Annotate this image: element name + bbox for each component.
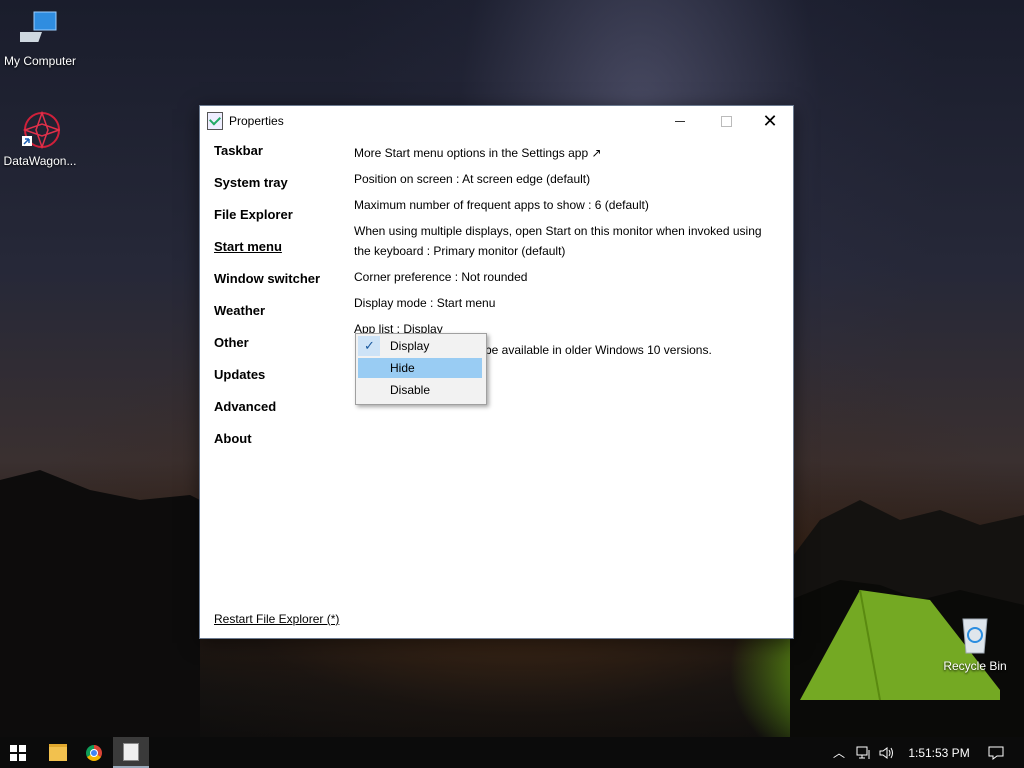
desktop-icon-my-computer[interactable]: My Computer (0, 10, 80, 68)
title-bar[interactable]: Properties ✕ (200, 106, 793, 136)
properties-window: Properties ✕ Taskbar System tray File Ex… (199, 105, 794, 639)
volume-button[interactable] (878, 737, 896, 768)
nav-item-window-switcher[interactable]: Window switcher (214, 271, 344, 303)
maximize-button[interactable] (703, 106, 749, 136)
taskbar: ︿ 1:51:53 PM (0, 737, 1024, 768)
taskbar-file-explorer[interactable] (46, 737, 70, 768)
minimize-button[interactable] (657, 106, 703, 136)
setting-position-on-screen[interactable]: Position on screen : At screen edge (def… (354, 166, 774, 192)
close-icon: ✕ (762, 111, 778, 131)
recycle-bin-icon (955, 615, 995, 655)
network-icon (856, 746, 870, 759)
menu-item-label: Disable (390, 383, 431, 397)
nav-item-weather[interactable]: Weather (214, 303, 344, 335)
nav-item-updates[interactable]: Updates (214, 367, 344, 399)
maximize-icon (720, 115, 732, 127)
network-button[interactable] (855, 737, 873, 768)
nav-item-taskbar[interactable]: Taskbar (214, 143, 344, 175)
nav-item-file-explorer[interactable]: File Explorer (214, 207, 344, 239)
show-hidden-icons-button[interactable]: ︿ (831, 737, 847, 768)
computer-icon (12, 10, 60, 50)
nav-item-other[interactable]: Other (214, 335, 344, 367)
clock[interactable]: 1:51:53 PM (908, 737, 970, 768)
menu-item-display[interactable]: ✓ Display (358, 336, 482, 356)
start-button[interactable] (0, 737, 36, 768)
minimize-icon (675, 120, 685, 122)
menu-item-hide[interactable]: Hide (358, 358, 482, 378)
datawagon-icon (20, 110, 62, 150)
menu-item-label: Hide (390, 361, 415, 375)
setting-display-mode[interactable]: Display mode : Start menu (354, 290, 774, 316)
nav-item-start-menu[interactable]: Start menu (214, 239, 344, 271)
taskbar-chrome[interactable] (82, 737, 106, 768)
setting-multiple-displays[interactable]: When using multiple displays, open Start… (354, 218, 774, 264)
desktop-icon-label: My Computer (3, 54, 77, 68)
nav-item-advanced[interactable]: Advanced (214, 399, 344, 431)
setting-settings-app-link[interactable]: More Start menu options in the Settings … (354, 140, 774, 166)
window-title: Properties (229, 114, 284, 128)
settings-list: More Start menu options in the Settings … (354, 140, 774, 342)
app-list-dropdown-menu: ✓ Display Hide Disable (355, 333, 487, 405)
speaker-icon (879, 746, 893, 759)
desktop-icon-recycle-bin[interactable]: Recycle Bin (935, 615, 1015, 673)
app-icon (207, 112, 223, 130)
setting-max-frequent-apps[interactable]: Maximum number of frequent apps to show … (354, 192, 774, 218)
taskbar-properties-app[interactable] (113, 737, 149, 768)
chevron-up-icon: ︿ (832, 746, 845, 760)
desktop-icon-datawagon[interactable]: DataWagon... (0, 110, 80, 168)
action-center-button[interactable] (984, 737, 1008, 768)
folder-icon (49, 744, 67, 761)
close-button[interactable]: ✕ (747, 106, 793, 136)
restart-file-explorer-link[interactable]: Restart File Explorer (*) (214, 612, 339, 626)
menu-item-label: Display (390, 339, 430, 353)
menu-item-disable[interactable]: Disable (358, 380, 482, 400)
nav-item-about[interactable]: About (214, 431, 344, 463)
nav-item-system-tray[interactable]: System tray (214, 175, 344, 207)
app-window-icon (123, 742, 139, 761)
notification-icon (988, 746, 1004, 760)
sidebar-nav: Taskbar System tray File Explorer Start … (214, 143, 344, 463)
compatibility-note: be available in older Windows 10 version… (485, 343, 712, 357)
desktop-icon-label: DataWagon... (3, 154, 77, 168)
desktop-icon-label: Recycle Bin (943, 659, 1007, 673)
chrome-icon (86, 744, 102, 761)
windows-logo-icon (10, 744, 26, 761)
checkmark-icon: ✓ (364, 338, 375, 353)
setting-corner-preference[interactable]: Corner preference : Not rounded (354, 264, 774, 290)
